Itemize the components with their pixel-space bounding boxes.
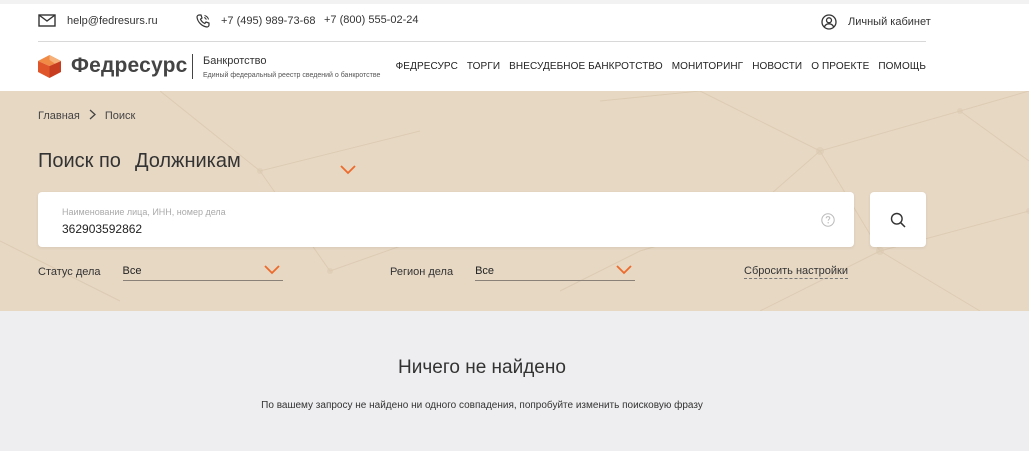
logo-divider — [192, 54, 193, 79]
nav-o-proekte[interactable]: О ПРОЕКТЕ — [811, 61, 869, 72]
reset-filters-link[interactable]: Сбросить настройки — [744, 265, 849, 279]
nav-novosti[interactable]: НОВОСТИ — [752, 61, 802, 72]
status-select[interactable]: Все — [122, 263, 283, 281]
region-select[interactable]: Все — [475, 263, 636, 281]
nav-vnesudebnoe[interactable]: ВНЕСУДЕБНОЕ БАНКРОТСТВО — [509, 61, 663, 72]
search-title-prefix: Поиск по — [38, 150, 121, 172]
phone-link-2[interactable]: +7 (800) 555-02-24 — [324, 14, 418, 26]
nav-pomosch[interactable]: ПОМОЩЬ — [878, 61, 926, 72]
logo[interactable]: Федресурс — [38, 54, 188, 78]
section-info: Банкротство Единый федеральный реестр св… — [203, 55, 380, 79]
email-link[interactable]: help@fedresurs.ru — [38, 14, 158, 27]
phone-text-2: +7 (800) 555-02-24 — [324, 14, 419, 26]
chevron-down-icon — [340, 158, 356, 181]
nav-monitoring[interactable]: МОНИТОРИНГ — [672, 61, 743, 72]
status-filter: Статус дела Все — [38, 263, 283, 281]
search-type-selector[interactable]: Поиск по Должникам — [38, 150, 356, 175]
nav-torgi[interactable]: ТОРГИ — [467, 61, 500, 72]
breadcrumb: Главная Поиск — [38, 109, 135, 123]
section-title: Банкротство — [203, 55, 267, 67]
region-select-value: Все — [475, 265, 495, 277]
phone-link-1[interactable]: +7 (495) 989-73-68 — [196, 14, 315, 28]
fedresurs-logo-icon — [38, 54, 61, 78]
search-button[interactable] — [870, 192, 926, 247]
breadcrumb-home[interactable]: Главная — [38, 110, 80, 122]
search-category: Должникам — [134, 150, 241, 172]
search-panel: Главная Поиск Поиск по Должникам Наимено… — [0, 91, 1029, 311]
results-panel: Ничего не найдено По вашему запросу не н… — [0, 311, 1029, 451]
cabinet-text: Личный кабинет — [848, 16, 931, 28]
main-nav: ФЕДРЕСУРС ТОРГИ ВНЕСУДЕБНОЕ БАНКРОТСТВО … — [396, 61, 926, 72]
section-subtitle: Единый федеральный реестр сведений о бан… — [203, 72, 381, 79]
chevron-down-icon — [616, 265, 632, 278]
user-icon — [821, 14, 837, 30]
mail-icon — [38, 14, 56, 27]
email-text: help@fedresurs.ru — [67, 14, 158, 27]
header: Федресурс Банкротство Единый федеральный… — [0, 42, 1029, 91]
phone-icon — [196, 14, 210, 28]
logo-text: Федресурс — [71, 54, 188, 77]
search-input[interactable]: 362903592862 — [62, 222, 142, 236]
no-results-message: По вашему запросу не найдено ни одного с… — [261, 400, 703, 411]
search-icon — [890, 212, 906, 228]
region-filter-label: Регион дела — [390, 266, 454, 278]
cabinet-link[interactable]: Личный кабинет — [821, 14, 931, 30]
status-select-value: Все — [122, 265, 142, 277]
topbar: help@fedresurs.ru +7 (495) 989-73-68 +7 … — [0, 0, 1029, 42]
phone-text-1: +7 (495) 989-73-68 — [221, 15, 316, 27]
status-filter-label: Статус дела — [38, 266, 101, 278]
no-results-title: Ничего не найдено — [398, 357, 566, 378]
search-input-placeholder: Наименование лица, ИНН, номер дела — [62, 207, 226, 217]
help-icon[interactable] — [821, 213, 835, 232]
nav-fedresurs[interactable]: ФЕДРЕСУРС — [396, 61, 458, 72]
breadcrumb-current: Поиск — [104, 110, 136, 122]
chevron-down-icon — [263, 265, 280, 278]
region-filter: Регион дела Все — [390, 263, 636, 281]
search-input-wrapper[interactable]: Наименование лица, ИНН, номер дела 36290… — [38, 192, 854, 247]
chevron-right-icon — [89, 109, 96, 123]
